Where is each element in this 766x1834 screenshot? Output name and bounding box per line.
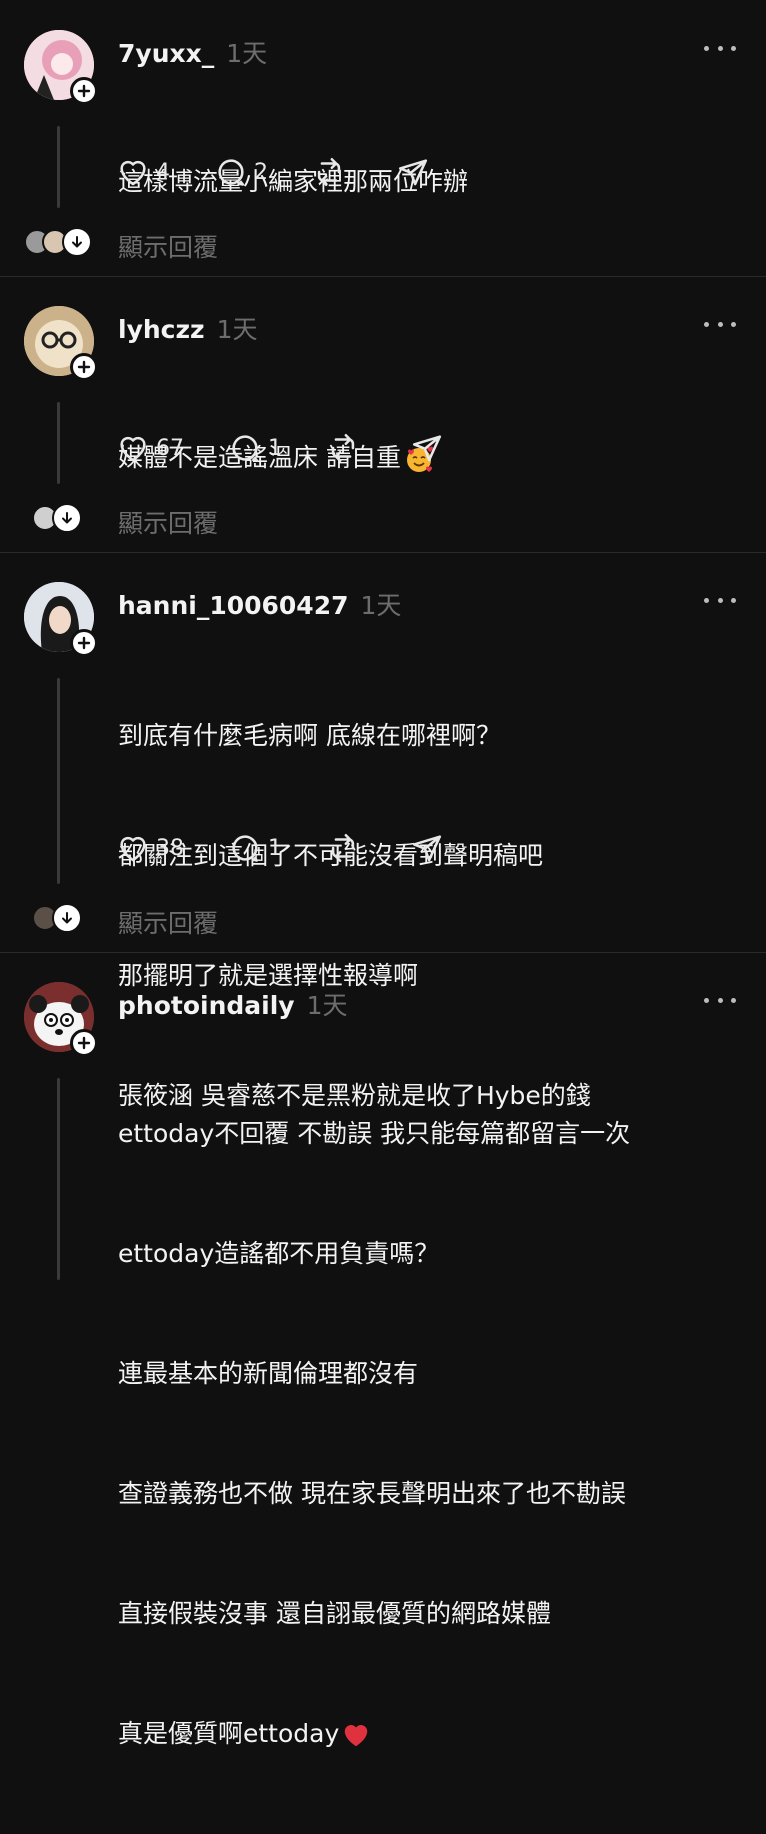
red-heart-emoji	[345, 1725, 368, 1747]
more-dots-icon[interactable]	[704, 994, 736, 1006]
post-line: 直接假裝沒事 還自詡最優質的網路媒體	[118, 1599, 551, 1628]
heart-icon	[120, 836, 146, 862]
send-icon	[412, 435, 442, 462]
like-count: 38	[156, 835, 184, 861]
show-replies-link[interactable]: 顯示回覆	[118, 228, 218, 264]
reply-button[interactable]: 2	[214, 155, 268, 189]
thread-line	[57, 126, 60, 208]
follow-plus-icon[interactable]	[70, 77, 98, 105]
username[interactable]: hanni_10060427 1天	[118, 586, 401, 622]
reply-button[interactable]: 1	[228, 831, 282, 865]
post-actions: 4 2	[116, 154, 460, 190]
show-replies-link[interactable]: 顯示回覆	[118, 904, 218, 940]
timestamp: 1天	[306, 991, 348, 1020]
share-button[interactable]	[410, 431, 444, 465]
follow-plus-icon[interactable]	[70, 1029, 98, 1057]
comment-bubble-icon	[232, 835, 259, 862]
like-button[interactable]: 4	[116, 155, 170, 189]
repost-button[interactable]	[312, 155, 346, 189]
more-dots-icon[interactable]	[704, 594, 736, 606]
reply-avatars[interactable]	[24, 227, 92, 257]
post-line: 真是優質啊ettoday	[118, 1714, 630, 1754]
repost-icon	[317, 157, 341, 187]
timestamp: 1天	[216, 315, 258, 344]
reply-avatars[interactable]	[32, 903, 82, 933]
post-text: ettoday不回覆 不勘誤 我只能每篇都留言一次 ettoday造謠都不用負責…	[118, 1034, 630, 1834]
repost-button[interactable]	[326, 831, 360, 865]
username[interactable]: 7yuxx_ 1天	[118, 34, 267, 70]
timestamp: 1天	[360, 591, 402, 620]
show-replies-link[interactable]: 顯示回覆	[118, 504, 218, 540]
divider	[0, 276, 766, 277]
post-line: 連最基本的新聞倫理都沒有	[118, 1359, 419, 1388]
reply-count: 2	[254, 159, 268, 185]
post-line: 查證義務也不做 現在家長聲明出來了也不勘誤	[118, 1479, 626, 1508]
timestamp: 1天	[226, 39, 268, 68]
post-actions: 67 1	[116, 430, 474, 466]
like-count: 67	[156, 435, 184, 461]
comment-bubble-icon	[232, 435, 259, 462]
post-line: ettoday不回覆 不勘誤 我只能每篇都留言一次	[118, 1119, 631, 1148]
send-icon	[412, 835, 442, 862]
share-button[interactable]	[410, 831, 444, 865]
like-button[interactable]: 67	[116, 431, 184, 465]
divider	[0, 952, 766, 953]
thread-line	[57, 402, 60, 484]
thread-line	[57, 678, 60, 884]
reply-count: 1	[268, 835, 282, 861]
divider	[0, 552, 766, 553]
post-actions: 38 1	[116, 830, 474, 866]
more-dots-icon[interactable]	[704, 318, 736, 330]
share-button[interactable]	[396, 155, 430, 189]
like-button[interactable]: 38	[116, 831, 184, 865]
arrow-down-icon[interactable]	[52, 903, 82, 933]
comment-bubble-icon	[218, 159, 245, 186]
reply-avatars[interactable]	[32, 503, 82, 533]
heart-icon	[120, 160, 146, 186]
post-line: 到底有什麼毛病啊 底線在哪裡啊？	[118, 721, 501, 750]
thread-line	[57, 1078, 60, 1280]
reply-button[interactable]: 1	[228, 431, 282, 465]
like-count: 4	[156, 159, 170, 185]
arrow-down-icon[interactable]	[62, 227, 92, 257]
reply-count: 1	[268, 435, 282, 461]
username[interactable]: lyhczz 1天	[118, 310, 258, 346]
send-icon	[398, 159, 428, 186]
arrow-down-icon[interactable]	[52, 503, 82, 533]
post-line: ettoday造謠都不用負責嗎？	[118, 1239, 440, 1268]
more-dots-icon[interactable]	[704, 42, 736, 54]
repost-button[interactable]	[326, 431, 360, 465]
repost-icon	[331, 433, 355, 463]
follow-plus-icon[interactable]	[70, 353, 98, 381]
follow-plus-icon[interactable]	[70, 629, 98, 657]
heart-icon	[120, 436, 146, 462]
username[interactable]: photoindaily 1天	[118, 986, 347, 1022]
repost-icon	[331, 833, 355, 863]
